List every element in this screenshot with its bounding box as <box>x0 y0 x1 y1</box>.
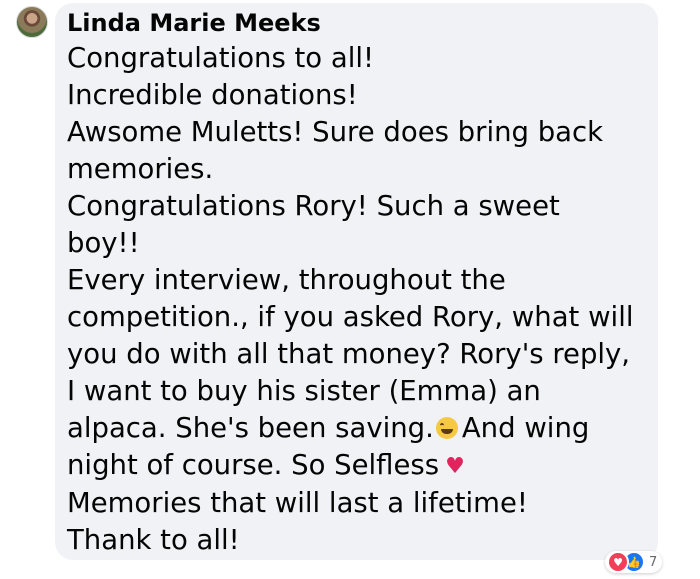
comment-line: Congratulations to all! <box>67 42 375 74</box>
reactions-summary[interactable]: ♥ 👍 7 <box>605 551 663 573</box>
comment-line-text: And wing <box>461 412 590 444</box>
comment-line-text: night of course. So Selfless <box>67 449 440 481</box>
comment-bubble: Linda Marie Meeks Congratulations to all… <box>55 3 658 560</box>
comment-line: Awsome Muletts! Sure does bring back <box>67 116 604 148</box>
comment-line: Incredible donations! <box>67 79 358 111</box>
heart-emoji-icon: ♥ <box>445 454 465 479</box>
love-reaction-icon: ♥ <box>607 551 629 573</box>
comment-line: Every interview, throughout the <box>67 264 506 296</box>
comment-line: night of course. So Selfless ♥ <box>67 447 646 485</box>
comment-line: memories. <box>67 153 214 185</box>
comment-line: Memories that will last a lifetime! <box>67 487 528 519</box>
comment-line: alpaca. She's been saving. And wing <box>67 410 646 447</box>
comment-line: you do with all that money? Rory's reply… <box>67 338 631 370</box>
reaction-count: 7 <box>649 554 658 570</box>
comment-line: competition., if you asked Rory, what wi… <box>67 301 634 333</box>
comment-line: Thank to all! <box>67 524 240 556</box>
comment-line: boy!! <box>67 227 140 259</box>
comment-line: I want to buy his sister (Emma) an <box>67 375 541 407</box>
comment-text: Congratulations to all! Incredible donat… <box>67 40 646 559</box>
comment-line: Congratulations Rory! Such a sweet <box>67 190 560 222</box>
grinning-sweat-emoji-icon <box>435 417 458 439</box>
author-avatar[interactable] <box>16 6 48 38</box>
comment-author-name[interactable]: Linda Marie Meeks <box>67 7 646 39</box>
comment-line-text: alpaca. She's been saving. <box>67 412 434 444</box>
